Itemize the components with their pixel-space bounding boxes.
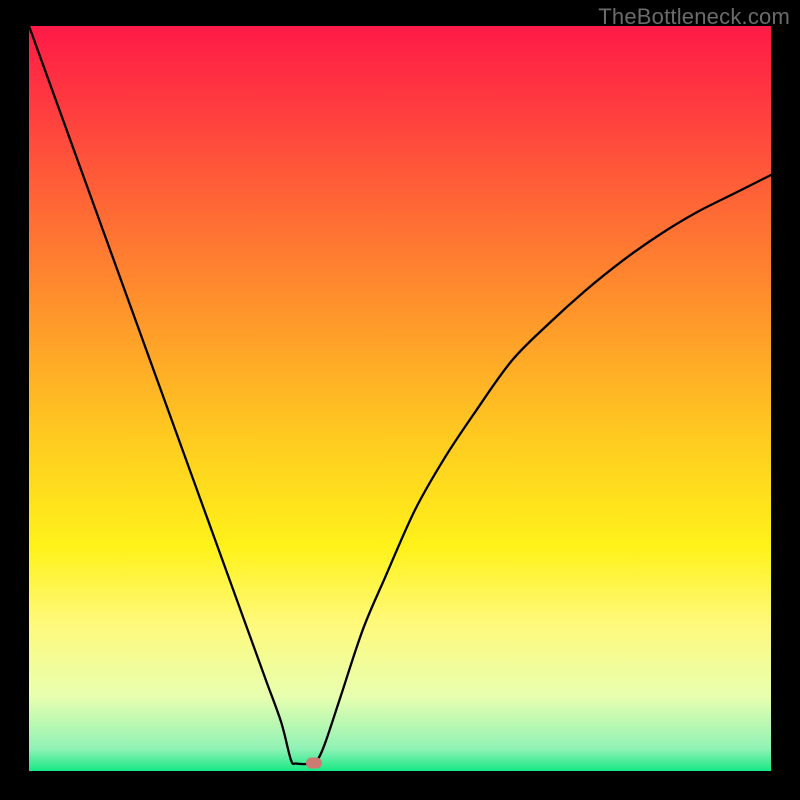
plot-area <box>29 26 771 771</box>
optimum-marker <box>306 757 322 768</box>
watermark-text: TheBottleneck.com <box>598 4 790 30</box>
gradient-background <box>29 26 771 771</box>
chart-frame: TheBottleneck.com <box>0 0 800 800</box>
plot-svg <box>29 26 771 771</box>
